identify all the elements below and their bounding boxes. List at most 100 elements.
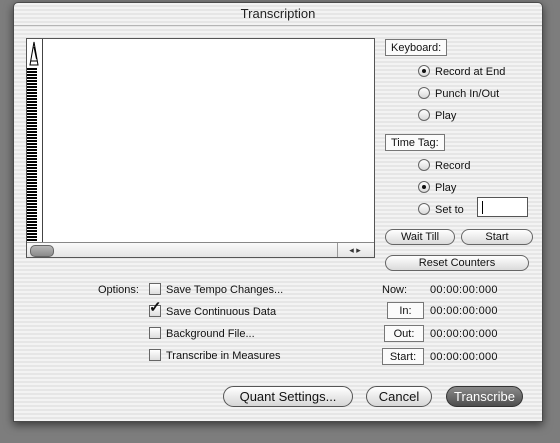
piano-key	[27, 170, 37, 172]
radio-button-icon[interactable]	[418, 65, 430, 78]
out-value: 00:00:00:000	[430, 328, 498, 340]
option-background-file[interactable]: Background File...	[149, 327, 255, 341]
piano-key	[27, 188, 37, 190]
piano-key	[27, 164, 37, 166]
radio-button-icon[interactable]	[418, 159, 430, 172]
cancel-button[interactable]: Cancel	[366, 386, 432, 407]
piano-keyboard	[27, 39, 43, 244]
piano-key	[27, 140, 37, 142]
time-tag-option-play[interactable]: Play	[418, 180, 456, 196]
piano-key	[27, 113, 37, 115]
piano-key	[27, 122, 37, 124]
piano-key	[27, 146, 37, 148]
out-button[interactable]: Out:	[384, 325, 424, 342]
checkbox-icon[interactable]	[149, 283, 161, 296]
piano-key	[27, 161, 37, 163]
checkbox-icon[interactable]	[149, 349, 161, 362]
piano-key	[27, 128, 37, 130]
piano-key	[27, 131, 37, 133]
start-counter-button[interactable]: Start:	[382, 348, 424, 365]
piano-key	[27, 185, 37, 187]
text-caret	[482, 201, 483, 214]
wait-till-button[interactable]: Wait Till	[385, 229, 455, 245]
piano-key	[27, 209, 37, 211]
piano-key	[27, 143, 37, 145]
reset-counters-button[interactable]: Reset Counters	[385, 255, 529, 271]
checkbox-icon[interactable]	[149, 327, 161, 340]
piano-key	[27, 68, 37, 70]
now-label: Now:	[382, 284, 408, 296]
piano-key	[27, 167, 37, 169]
piano-key	[27, 92, 37, 94]
piano-key	[27, 200, 37, 202]
radio-button-icon[interactable]	[418, 181, 430, 194]
piano-key	[27, 218, 37, 220]
piano-key	[27, 227, 37, 229]
piano-key	[27, 137, 37, 139]
time-tag-option-set-to[interactable]: Set to	[418, 202, 464, 218]
scroll-arrows[interactable]: ◂ ▸	[337, 243, 372, 257]
piano-key	[27, 125, 37, 127]
piano-key	[27, 116, 37, 118]
horizontal-scrollbar[interactable]: ◂ ▸	[27, 242, 374, 257]
piano-key	[27, 236, 37, 238]
piano-key	[27, 86, 37, 88]
piano-key	[27, 239, 37, 241]
piano-key	[27, 110, 37, 112]
in-button[interactable]: In:	[387, 302, 424, 319]
piano-key	[27, 134, 37, 136]
piano-key	[27, 197, 37, 199]
piano-key	[27, 107, 37, 109]
keyboard-option-punch-in-out[interactable]: Punch In/Out	[418, 86, 499, 102]
transcription-list[interactable]: ◂ ▸	[26, 38, 375, 258]
piano-key	[27, 221, 37, 223]
piano-key	[27, 77, 37, 79]
checkbox-checked-icon[interactable]	[149, 301, 162, 318]
piano-key	[27, 83, 37, 85]
checkbox-label: Save Tempo Changes...	[166, 284, 284, 296]
radio-label: Set to	[435, 204, 464, 216]
piano-key	[27, 89, 37, 91]
piano-key	[27, 155, 37, 157]
piano-key	[27, 182, 37, 184]
scroll-right-icon[interactable]: ▸	[356, 245, 361, 255]
option-transcribe-in-measures[interactable]: Transcribe in Measures	[149, 349, 281, 363]
piano-key	[27, 101, 37, 103]
piano-key	[27, 224, 37, 226]
option-save-tempo-changes[interactable]: Save Tempo Changes...	[149, 283, 283, 297]
option-save-continuous-data[interactable]: Save Continuous Data	[149, 301, 277, 319]
piano-key	[27, 203, 37, 205]
window-title: Transcription	[14, 3, 542, 26]
piano-key	[27, 233, 37, 235]
piano-keys-graphic	[27, 41, 39, 244]
keyboard-option-play[interactable]: Play	[418, 108, 456, 124]
piano-key	[27, 71, 37, 73]
scroll-left-icon[interactable]: ◂	[349, 245, 354, 255]
radio-label: Record	[435, 160, 471, 172]
keyboard-option-record-at-end[interactable]: Record at End	[418, 64, 505, 80]
radio-button-icon[interactable]	[418, 109, 430, 122]
radio-label: Play	[435, 182, 457, 194]
radio-button-icon[interactable]	[418, 87, 430, 100]
piano-key	[27, 158, 37, 160]
piano-key	[27, 149, 37, 151]
checkbox-label: Save Continuous Data	[166, 306, 277, 318]
piano-key	[27, 152, 37, 154]
radio-label: Punch In/Out	[435, 88, 500, 100]
options-label: Options:	[98, 284, 139, 296]
piano-key	[27, 212, 37, 214]
transcribe-button[interactable]: Transcribe	[446, 386, 523, 407]
piano-key	[27, 74, 37, 76]
piano-key	[27, 215, 37, 217]
piano-key	[27, 191, 37, 193]
quant-settings-button[interactable]: Quant Settings...	[223, 386, 353, 407]
metronome-icon	[29, 41, 39, 66]
piano-key	[27, 179, 37, 181]
radio-button-icon[interactable]	[418, 203, 430, 216]
piano-key	[27, 119, 37, 121]
scroll-thumb[interactable]	[30, 245, 54, 257]
piano-key	[27, 230, 37, 232]
set-to-time-field[interactable]	[477, 197, 528, 217]
start-button[interactable]: Start	[461, 229, 533, 245]
time-tag-option-record[interactable]: Record	[418, 158, 470, 174]
